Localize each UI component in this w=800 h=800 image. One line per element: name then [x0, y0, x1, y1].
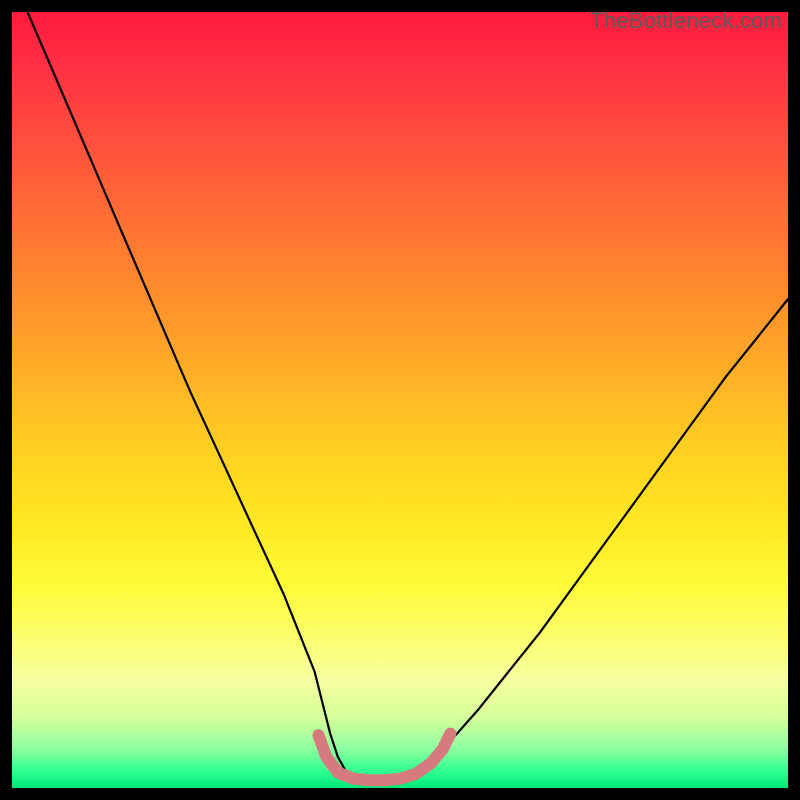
- curve-layer: [12, 12, 788, 788]
- bottleneck-curve: [28, 12, 789, 780]
- plot-area: TheBottleneck.com: [12, 12, 788, 788]
- chart-frame: TheBottleneck.com: [0, 0, 800, 800]
- watermark-text: TheBottleneck.com: [590, 12, 782, 34]
